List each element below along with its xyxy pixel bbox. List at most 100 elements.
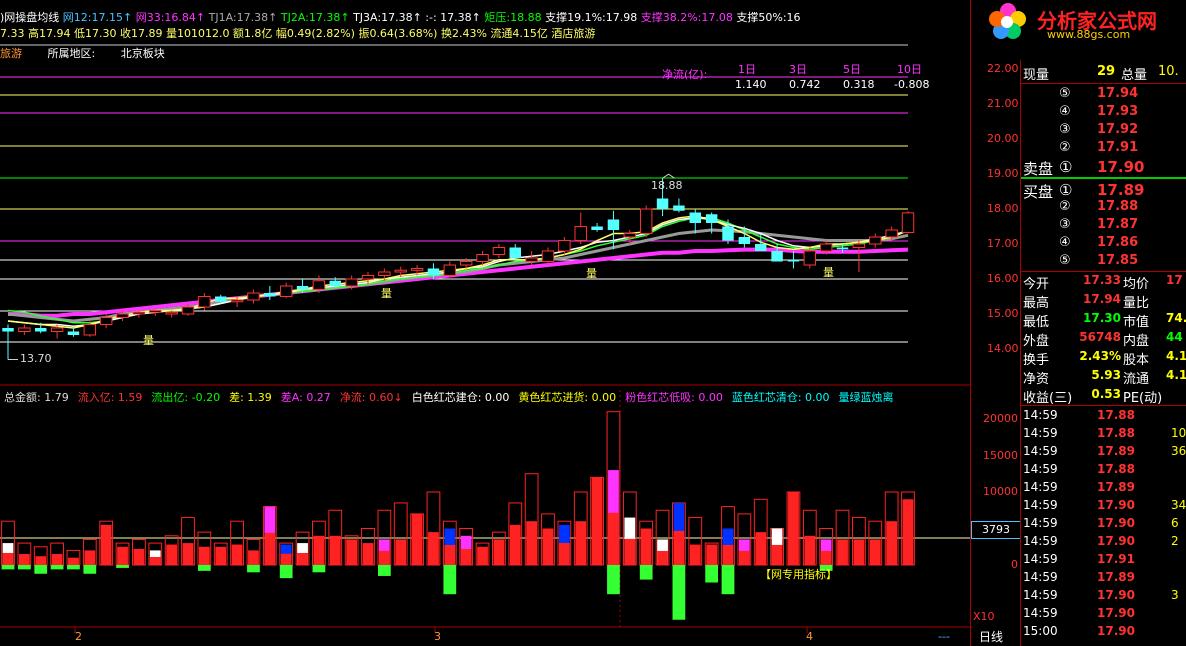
candle-body [99,317,113,325]
candle [476,251,489,265]
price-axis-tick: 21.00 [987,97,1019,110]
volume-fill [428,532,439,565]
period-button[interactable]: 日线 [979,628,1003,645]
bid-row: ④ 17.86 [1021,235,1186,253]
volume-marker: 量 [381,287,392,300]
total-volume-value: 10. [1158,64,1179,79]
volume-bar [246,538,261,573]
candle-body [427,268,440,276]
indicator-item: 总金额: 1.79 [4,391,69,404]
price-axis-tick: 19.00 [987,167,1019,180]
price-axis-tick: 15.00 [987,307,1019,320]
region-label: 所属地区: [47,47,96,60]
bid-row: ② 17.88 [1021,199,1186,217]
candle-body [673,205,685,211]
price-axis-tick: 17.00 [987,237,1019,250]
volume-bar [393,502,408,566]
date-label: 3 [434,630,441,643]
bid-price: 17.88 [1097,199,1139,214]
ma-indicator-item: 网12:17.15↑ [62,11,136,24]
candle-body [215,296,227,302]
volume-core [149,556,161,565]
volume-fill [395,539,407,565]
volume-bar [688,517,703,566]
current-volume-value: 29 [1097,64,1116,79]
candle [541,247,555,265]
volume-bar [459,528,474,566]
indicator-item: 粉色红芯低吸: 0.00 [625,391,723,404]
tick-volume: 2 [1171,534,1179,548]
stat-label: 市值 [1123,315,1150,330]
tick-price: 17.90 [1097,516,1135,530]
ma-indicator-bar: )网操盘均线 网12:17.15↑ 网33:16.84↑ TJ1A:17.38↑… [0,9,801,25]
volume-core [378,550,390,565]
ask-row: ③ 17.92 [1021,122,1186,140]
volume-bar [164,535,179,566]
net-flow-value-3d: 0.742 [789,78,821,91]
ma-indicator-item: 支撑19.1%:17.98 [545,11,641,24]
volume-fill [133,548,145,565]
more-button[interactable]: --- [938,630,950,643]
ask-level: ③ [1059,122,1071,137]
volume-bar [344,535,359,566]
candle-body [722,226,734,241]
industry-label: 旅游 [0,47,22,60]
candle-body [2,328,14,332]
volume-core [2,552,14,565]
ma-indicator-item: TJ2A:17.38↑ [280,11,354,24]
tick-price: 17.89 [1097,480,1135,494]
site-logo: 分析家公式网 www.88gs.com [985,0,1186,42]
ma-indicator-item: TJ3A:17.38↑ [353,11,426,24]
bid-row: 买盘 ① 17.89 [1021,181,1186,201]
bid-row: ③ 17.87 [1021,217,1186,235]
outflow-bar [34,565,48,574]
volume-fill [411,513,423,565]
tick-price: 17.90 [1097,498,1135,512]
main-chart-svg[interactable] [0,0,970,646]
ma-indicator-name: )网操盘均线 [0,11,60,24]
outflow-bar [1,565,15,570]
scale-factor-label: X10 [973,610,995,623]
stat-label: 外盘 [1023,334,1050,349]
volume-core [771,544,783,565]
candle-body [247,292,260,301]
tick-time: 14:59 [1023,444,1058,458]
candle-body [574,226,587,241]
candle [492,244,506,258]
volume-fill [837,539,848,565]
volume-core [297,552,308,565]
tick-price: 17.88 [1097,408,1135,422]
candle-body [67,331,80,335]
candle-body [132,311,146,315]
indicator-item: 蓝色红芯清仓: 0.00 [731,391,830,404]
candle-body [459,261,473,266]
divider [1021,271,1186,272]
stat-label: PE(动) [1123,391,1163,406]
tick-price: 17.90 [1097,588,1135,602]
volume-bar [17,542,32,570]
ask-row: 卖盘 ① 17.90 [1021,158,1186,178]
candle [869,233,882,248]
candle-body [541,250,555,262]
volume-cursor-value: 3793 [971,521,1021,539]
candle [755,233,767,251]
volume-fill [788,492,799,565]
stats-row: 收益(三) 0.53 PE(动) [1021,387,1186,406]
volume-fill [35,556,47,565]
stat-label: 净资 [1023,372,1050,387]
volume-bar [901,491,915,566]
tick-time: 14:59 [1023,516,1058,530]
ma-indicator-item: 支撑50%:16 [736,11,801,24]
candle-body [525,257,538,262]
stat-value: 17.94 [1083,292,1121,306]
tick-row: 14:59 17.89 [1021,570,1186,588]
volume-bar [82,538,97,574]
volume-bar [721,506,735,595]
candle-body [623,233,637,238]
tick-time: 14:59 [1023,426,1058,440]
ask-level: ⑤ [1059,86,1071,101]
tick-time: 14:59 [1023,588,1058,602]
stat-value: 56748 [1079,330,1121,344]
candle [67,328,80,337]
volume-bar [557,520,572,566]
